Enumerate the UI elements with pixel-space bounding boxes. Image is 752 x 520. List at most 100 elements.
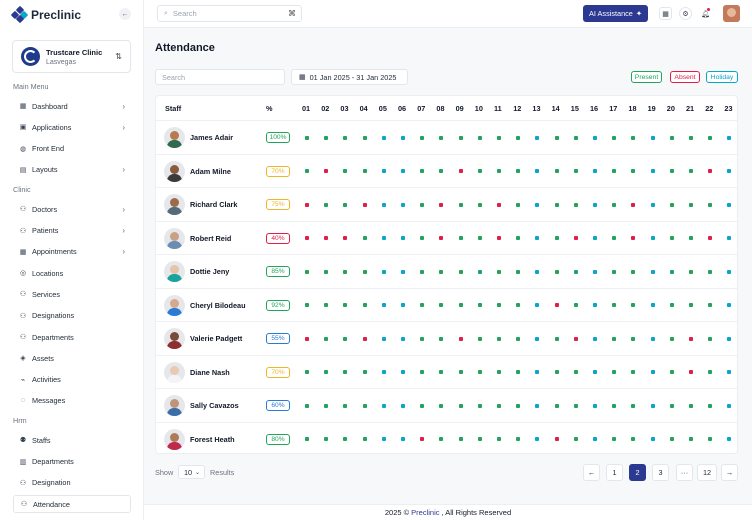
staff-name[interactable]: Valerie Padgett <box>190 334 242 343</box>
footer-brand-link[interactable]: Preclinic <box>411 508 439 517</box>
ai-assistance-label: AI Assistance <box>589 9 633 18</box>
attendance-dot <box>631 135 636 140</box>
attendance-dot <box>516 303 521 307</box>
sidebar-item-patients[interactable]: ⚇ Patients › <box>13 222 131 240</box>
sidebar-item-attendance[interactable]: ⚇ Attendance <box>13 495 131 514</box>
sidebar-item-departments[interactable]: ⚇ Departments <box>13 328 131 346</box>
day-header: 06 <box>398 104 407 113</box>
attendance-dot <box>381 370 386 374</box>
sidebar-item-label: Applications <box>32 122 72 132</box>
sidebar-item-designation[interactable]: ⚇ Designation <box>13 474 131 492</box>
attendance-dot <box>477 135 482 140</box>
attendance-dot <box>381 236 386 240</box>
attendance-dot <box>362 403 367 408</box>
global-search-input[interactable]: ⌕ Search ⌘ <box>157 5 302 22</box>
attendance-dot <box>631 437 636 441</box>
attendance-dot <box>612 403 617 408</box>
doctor-icon: ⚇ <box>19 206 27 214</box>
page-button[interactable]: 3 <box>652 464 669 481</box>
attendance-dot <box>439 236 444 240</box>
table-row[interactable]: Richard Clark 75% <box>156 187 737 221</box>
day-header: 22 <box>705 104 714 113</box>
staff-name[interactable]: Cheryl Bilodeau <box>190 301 246 310</box>
sidebar-item-services[interactable]: ⚇ Services <box>13 285 131 303</box>
attendance-dot <box>362 269 367 274</box>
sidebar-item-appointments[interactable]: ▦ Appointments › <box>13 243 131 261</box>
table-row[interactable]: James Adair 100% <box>156 120 737 154</box>
attendance-dot <box>343 437 348 441</box>
sidebar-item-assets[interactable]: ◈ Assets <box>13 349 131 367</box>
staff-name[interactable]: Sally Cavazos <box>190 401 239 410</box>
table-row[interactable]: Sally Cavazos 60% <box>156 388 737 422</box>
attendance-dot <box>593 169 597 173</box>
staff-name[interactable]: Forest Heath <box>190 435 235 444</box>
attendance-dot <box>535 403 540 408</box>
day-header: 17 <box>609 104 618 113</box>
page-button[interactable]: 12 <box>697 464 717 481</box>
sidebar-item-messages[interactable]: ◌ Messages <box>13 392 131 410</box>
calendar-button[interactable]: ▦ <box>659 7 672 20</box>
date-range-picker[interactable]: ▦ 01 Jan 2025 - 31 Jan 2025 <box>291 69 408 85</box>
sidebar-item-departments[interactable]: ▥ Departments <box>13 453 131 471</box>
staff-name[interactable]: Adam Milne <box>190 167 231 176</box>
per-page-select[interactable]: 10 ⌄ <box>178 465 205 479</box>
table-row[interactable]: Adam Milne 70% <box>156 153 737 188</box>
sidebar-item-doctors[interactable]: ⚇ Doctors › <box>13 200 131 218</box>
table-row[interactable]: Dottie Jeny 85% <box>156 254 737 288</box>
brand-logo[interactable]: Preclinic <box>10 5 82 24</box>
attendance-dot <box>305 169 309 173</box>
user-avatar[interactable] <box>723 5 740 22</box>
table-row[interactable]: Forest Heath 80% <box>156 421 737 454</box>
attendance-dot <box>420 370 425 374</box>
attendance-dot <box>477 202 482 207</box>
attendance-dot <box>305 135 309 140</box>
page-button[interactable]: ··· <box>676 464 693 481</box>
previous-page-button[interactable]: ← <box>583 464 600 481</box>
table-row[interactable]: Robert Reid 40% <box>156 220 737 255</box>
brand-name: Preclinic <box>31 7 82 22</box>
sidebar-item-activities[interactable]: ⌁ Activities <box>13 371 131 389</box>
services-icon: ⚇ <box>19 291 27 299</box>
table-row[interactable]: Valerie Padgett 55% <box>156 321 737 355</box>
next-page-button[interactable]: → <box>721 464 738 481</box>
sidebar-item-front-end[interactable]: ◍ Front End <box>13 140 131 158</box>
location-icon: ◎ <box>19 270 27 278</box>
attendance-dot <box>689 403 693 408</box>
attendance-dot <box>708 135 713 140</box>
sidebar-item-locations[interactable]: ◎ Locations <box>13 264 131 282</box>
staff-name[interactable]: James Adair <box>190 133 233 142</box>
settings-button[interactable]: ⚙ <box>679 7 692 20</box>
attendance-dot <box>497 437 501 441</box>
attendance-dot <box>573 370 578 374</box>
collapse-sidebar-button[interactable]: ← <box>119 8 131 20</box>
ai-assistance-button[interactable]: AI Assistance ✦ <box>583 5 648 22</box>
attendance-dot <box>305 202 309 207</box>
sidebar-item-layouts[interactable]: ▤ Layouts › <box>13 161 131 179</box>
attendance-search-input[interactable]: Search <box>155 69 285 85</box>
attendance-dot <box>593 236 597 240</box>
staff-name[interactable]: Robert Reid <box>190 234 231 243</box>
attendance-dot <box>401 202 405 207</box>
day-header: 23 <box>724 104 733 113</box>
attendance-dot <box>362 336 367 341</box>
attendance-dot <box>458 169 463 173</box>
clinic-switcher[interactable]: Trustcare Clinic Lasvegas ⇅ <box>12 40 131 73</box>
page-button[interactable]: 2 <box>629 464 646 481</box>
attendance-dot <box>439 403 444 408</box>
day-header: 10 <box>474 104 483 113</box>
settings-icon: ⚙ <box>682 10 689 18</box>
attendance-dot <box>554 169 559 173</box>
sidebar-item-dashboard[interactable]: ▦ Dashboard › <box>13 97 131 115</box>
table-row[interactable]: Cheryl Bilodeau 92% <box>156 287 737 322</box>
attendance-dot <box>458 336 463 341</box>
staff-name[interactable]: Diane Nash <box>190 368 230 377</box>
sidebar-item-designations[interactable]: ⚇ Designations <box>13 307 131 325</box>
staff-name[interactable]: Dottie Jeny <box>190 267 229 276</box>
sidebar-item-staffs[interactable]: ⚉ Staffs <box>13 431 131 449</box>
sidebar-item-applications[interactable]: ▣ Applications › <box>13 118 131 136</box>
page-button[interactable]: 1 <box>606 464 623 481</box>
table-row[interactable]: Diane Nash 70% <box>156 354 737 389</box>
staff-name[interactable]: Richard Clark <box>190 200 237 209</box>
notifications-button[interactable]: 🔔︎ <box>699 7 712 20</box>
attendance-dot <box>362 303 367 307</box>
